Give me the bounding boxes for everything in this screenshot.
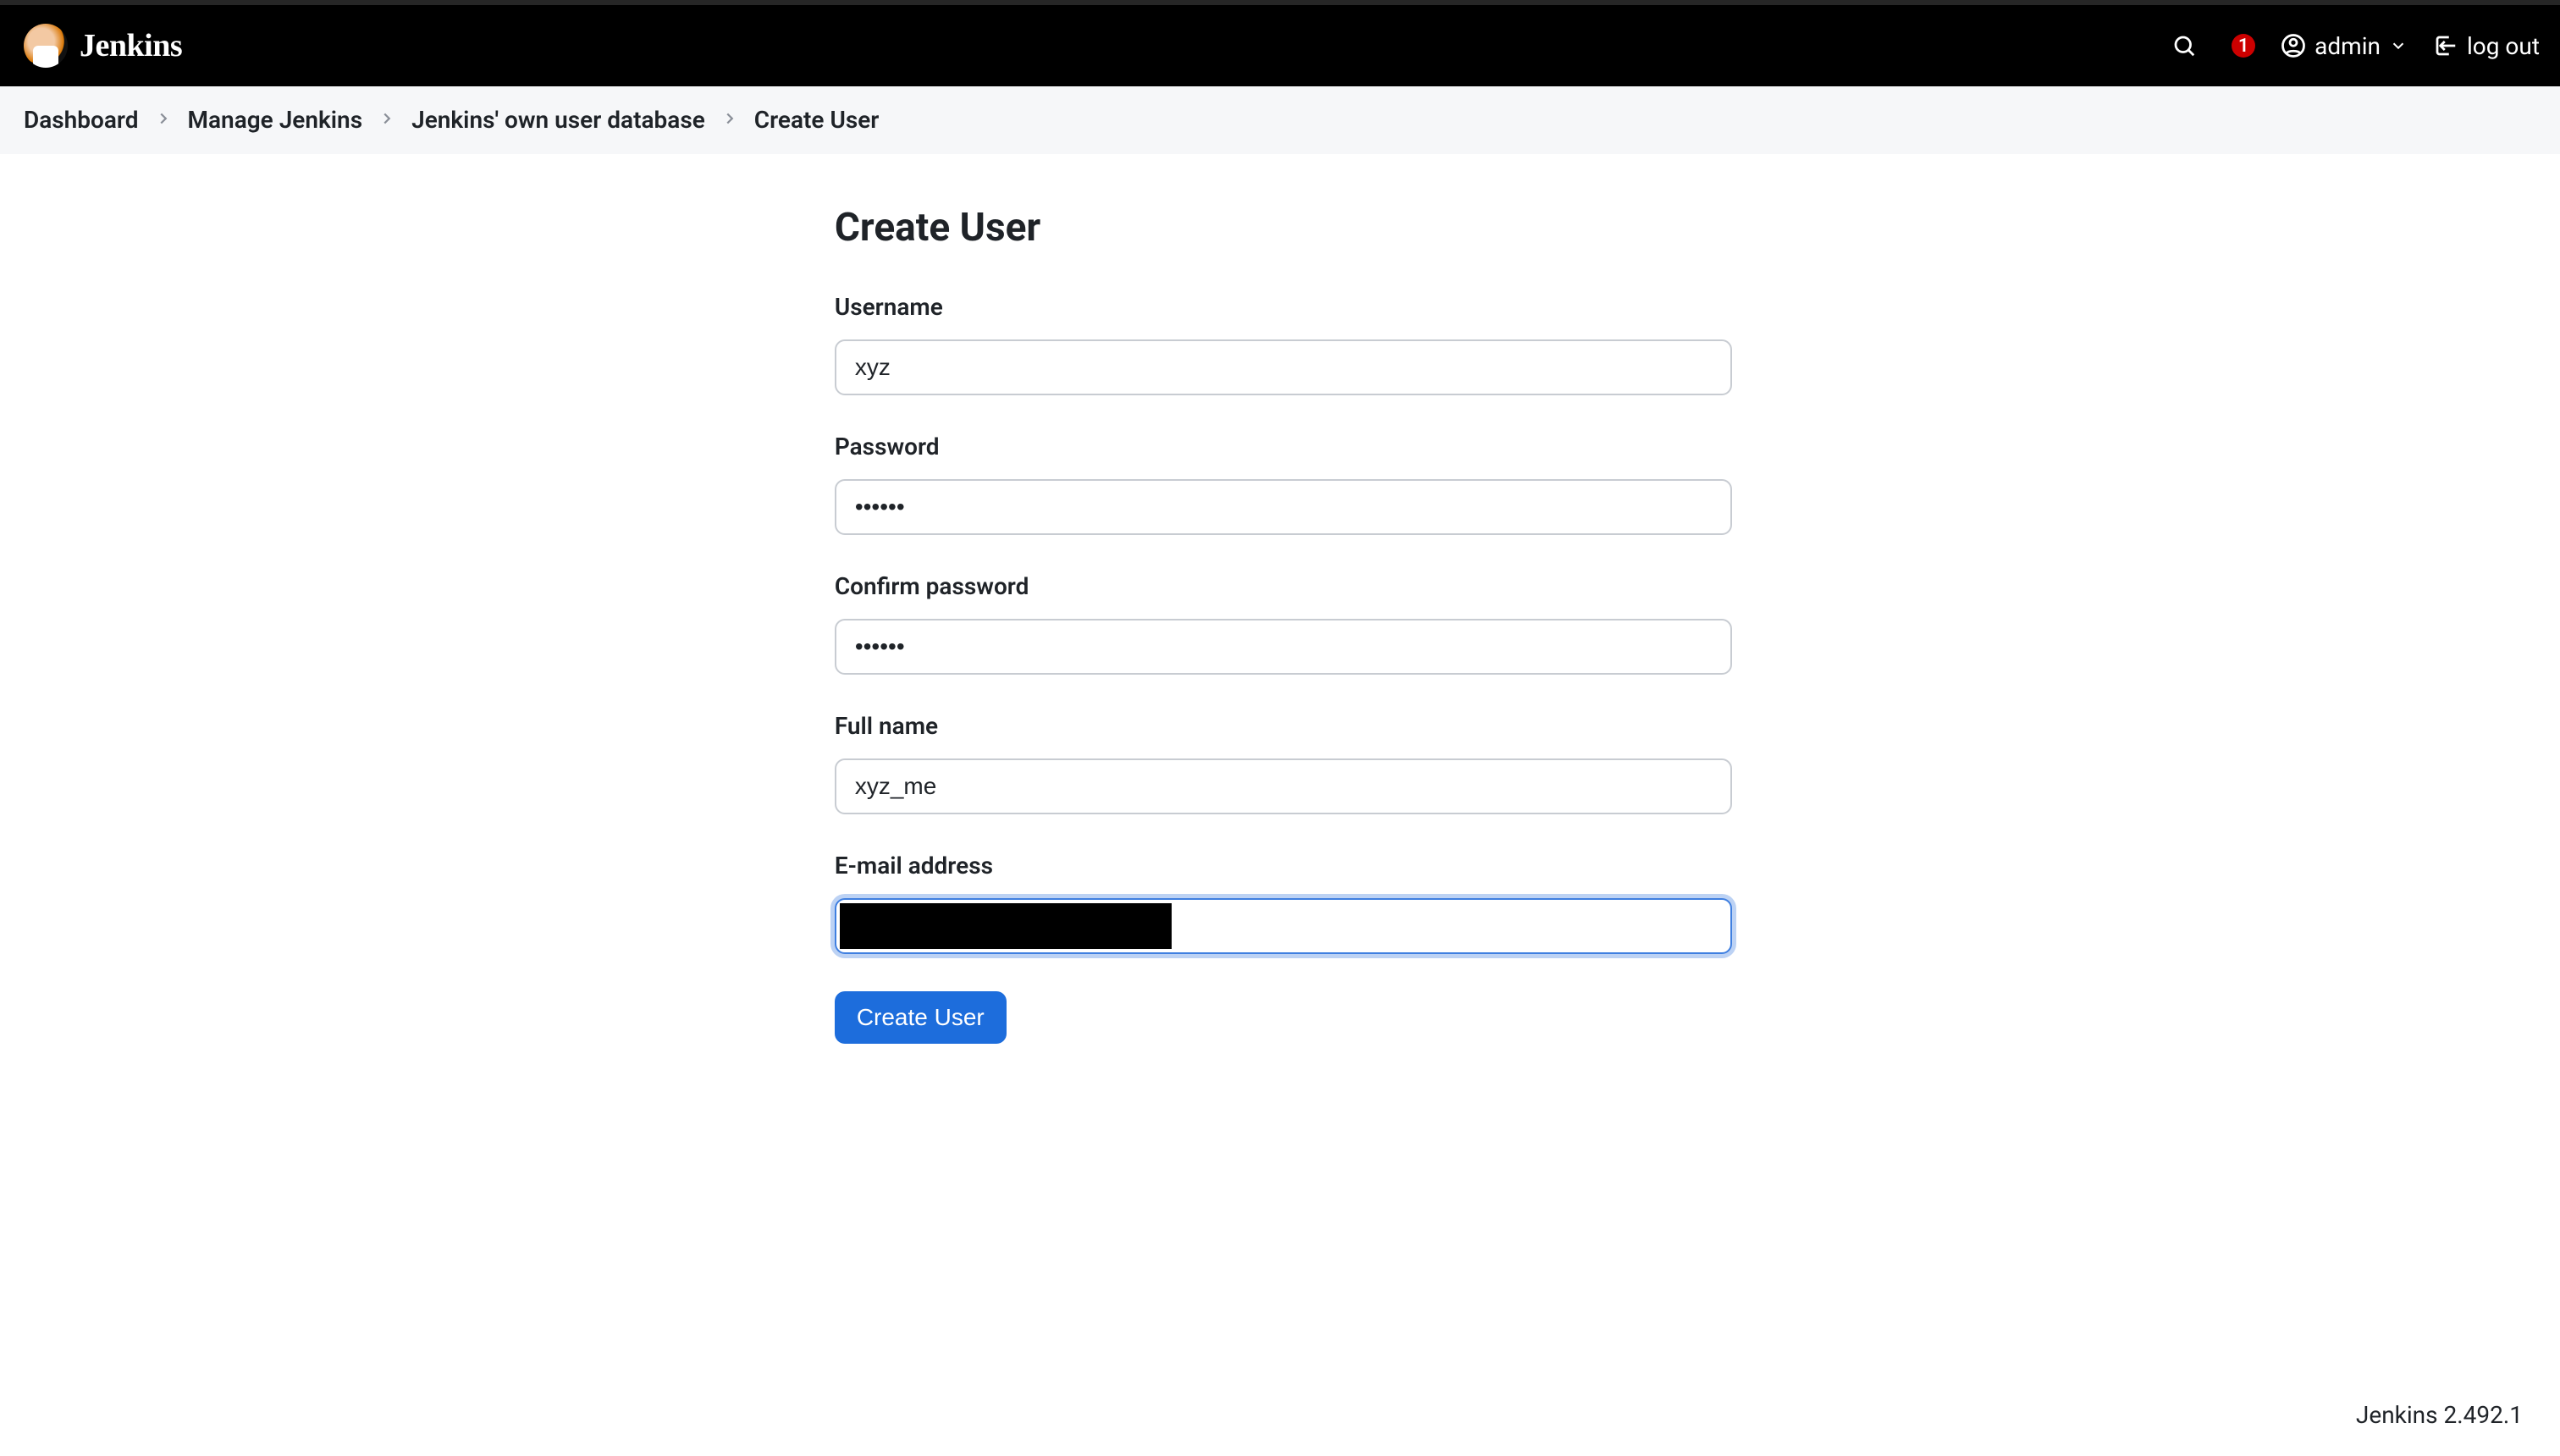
form-row-password: Password	[835, 433, 1732, 535]
jenkins-logo-icon	[24, 24, 68, 68]
create-user-button[interactable]: Create User	[835, 991, 1007, 1044]
form-row-confirm-password: Confirm password	[835, 572, 1732, 675]
breadcrumb: Dashboard Manage Jenkins Jenkins' own us…	[0, 86, 2560, 154]
chevron-right-icon	[154, 106, 173, 134]
alerts-count-badge: 1	[2232, 34, 2255, 58]
logout-icon	[2433, 33, 2458, 58]
user-menu[interactable]: admin	[2281, 32, 2408, 60]
redacted-overlay	[840, 903, 1172, 949]
form-row-username: Username	[835, 293, 1732, 395]
confirm-password-label: Confirm password	[835, 572, 1732, 600]
logout-link[interactable]: log out	[2433, 32, 2540, 60]
topbar-right: 1 admin log out	[2169, 30, 2540, 61]
alerts-button[interactable]: 1	[2225, 34, 2255, 58]
breadcrumb-dashboard[interactable]: Dashboard	[24, 106, 139, 134]
chevron-right-icon	[720, 106, 739, 134]
breadcrumb-manage-jenkins[interactable]: Manage Jenkins	[188, 106, 363, 134]
brand-home-link[interactable]: Jenkins	[24, 24, 182, 68]
brand-text: Jenkins	[80, 27, 182, 64]
form-row-fullname: Full name	[835, 712, 1732, 814]
user-circle-icon	[2281, 33, 2306, 58]
password-input[interactable]	[835, 479, 1732, 535]
email-label: E-mail address	[835, 852, 1732, 880]
submit-row: Create User	[835, 991, 1732, 1044]
chevron-down-icon	[2389, 36, 2408, 55]
username-label: Username	[835, 293, 1732, 321]
breadcrumb-user-database[interactable]: Jenkins' own user database	[411, 106, 705, 134]
search-button[interactable]	[2169, 30, 2199, 61]
search-icon	[2171, 33, 2197, 58]
password-label: Password	[835, 433, 1732, 461]
page-title: Create User	[835, 205, 1732, 251]
fullname-input[interactable]	[835, 758, 1732, 814]
main-content: Create User Username Password Confirm pa…	[0, 154, 2560, 1456]
user-label: admin	[2314, 32, 2381, 60]
fullname-label: Full name	[835, 712, 1732, 740]
footer-version: Jenkins 2.492.1	[2356, 1401, 2523, 1429]
chevron-right-icon	[378, 106, 396, 134]
form-row-email: E-mail address	[835, 852, 1732, 954]
logout-label: log out	[2467, 32, 2540, 60]
create-user-form: Create User Username Password Confirm pa…	[835, 205, 1732, 1422]
breadcrumb-current: Create User	[754, 106, 880, 134]
confirm-password-input[interactable]	[835, 619, 1732, 675]
topbar: Jenkins 1 admin log out	[0, 5, 2560, 86]
username-input[interactable]	[835, 339, 1732, 395]
